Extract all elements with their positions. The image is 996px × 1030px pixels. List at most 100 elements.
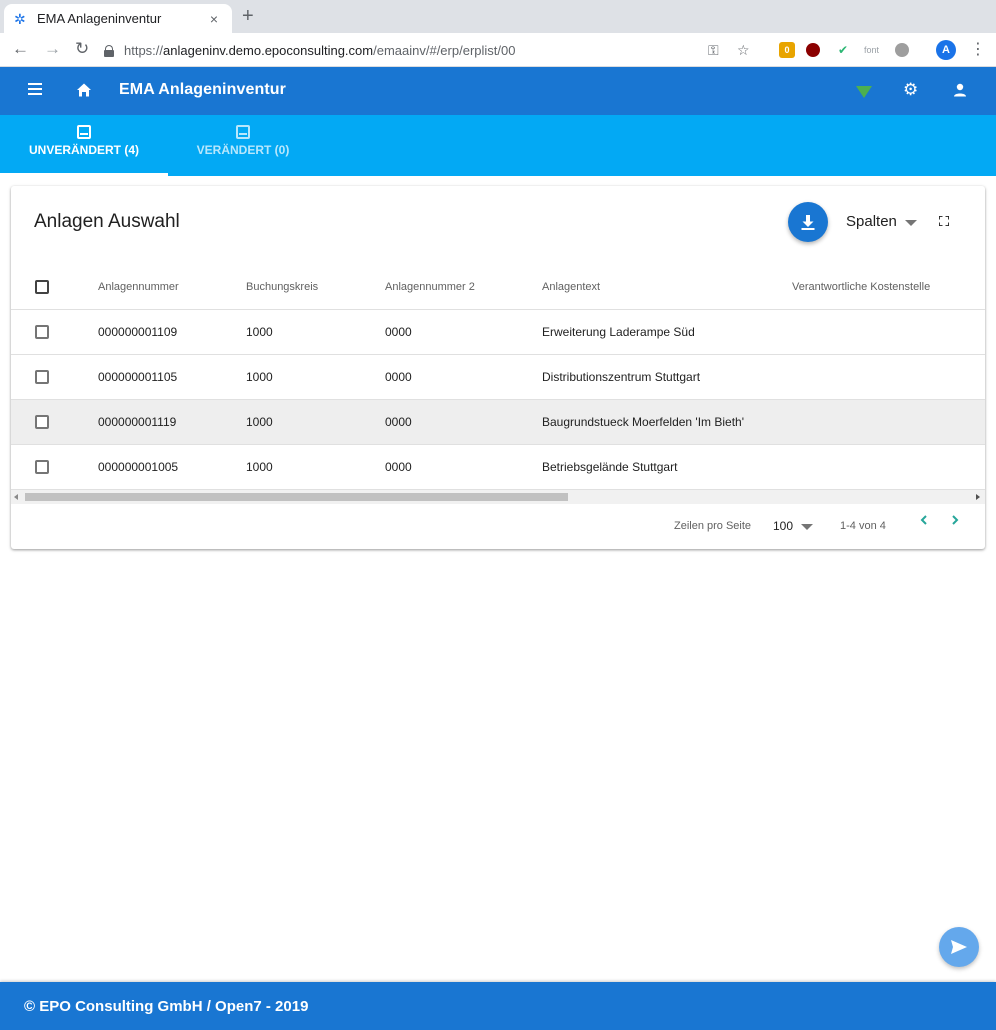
fullscreen-icon[interactable] (939, 216, 949, 226)
download-button[interactable] (788, 202, 828, 242)
forward-arrow-icon[interactable]: → (44, 39, 61, 59)
row-checkbox[interactable] (35, 415, 49, 430)
cell-anlagentext: Erweiterung Laderampe Süd (542, 309, 792, 355)
columns-label: Spalten (846, 213, 897, 230)
profile-avatar[interactable]: A (936, 40, 956, 60)
browser-menu-icon[interactable]: ⋮ (970, 40, 986, 60)
cell-kostenstelle (792, 309, 985, 355)
cell-anlagentext: Distributionszentrum Stuttgart (542, 354, 792, 400)
cell-buchungskreis: 1000 (246, 309, 385, 355)
cell-kostenstelle (792, 354, 985, 400)
scroll-left-arrow-icon[interactable] (14, 494, 18, 500)
card-title: Anlagen Auswahl (34, 211, 180, 232)
row-select-cell (11, 399, 98, 445)
table-row[interactable]: 000000001105 1000 0000 Distributionszent… (11, 354, 985, 400)
menu-icon[interactable] (28, 83, 42, 95)
chevron-down-icon (904, 219, 917, 226)
scroll-right-arrow-icon[interactable] (976, 494, 980, 500)
send-icon (951, 940, 967, 954)
inbox-icon (236, 125, 250, 139)
connection-status-icon (856, 86, 872, 98)
table-row[interactable]: 000000001005 1000 0000 Betriebsgelände S… (11, 444, 985, 490)
address-bar[interactable]: https://anlageninv.demo.epoconsulting.co… (104, 38, 704, 62)
tab-unveraendert[interactable]: UNVERÄNDERT (4) (0, 115, 168, 176)
column-header[interactable]: Anlagentext (542, 265, 792, 310)
tab-label: UNVERÄNDERT (4) (28, 143, 139, 157)
gear-icon[interactable]: ⚙ (903, 81, 918, 99)
rows-per-page-select[interactable]: 100 (773, 519, 814, 533)
scrollbar-thumb[interactable] (25, 493, 568, 501)
app-favicon-icon: ✲ (14, 10, 26, 27)
lock-icon (104, 44, 114, 57)
cell-buchungskreis: 1000 (246, 444, 385, 490)
select-all-checkbox[interactable] (35, 280, 49, 294)
font-extension-label[interactable]: font (864, 41, 879, 59)
column-header[interactable]: Anlagennummer (98, 265, 246, 310)
app-title: EMA Anlageninventur (119, 81, 286, 98)
cell-anlagennummer: 000000001005 (98, 444, 246, 490)
reload-icon[interactable]: ↻ (75, 39, 89, 59)
cell-kostenstelle (792, 444, 985, 490)
row-checkbox[interactable] (35, 460, 49, 475)
cell-anlagennummer: 000000001109 (98, 309, 246, 355)
app-bar: EMA Anlageninventur ⚙ (0, 67, 996, 115)
browser-tabstrip: ✲ EMA Anlageninventur × + (0, 0, 996, 33)
column-header[interactable]: Verantwortliche Kostenstelle (792, 265, 985, 310)
bookmark-star-icon[interactable]: ☆ (737, 41, 750, 59)
cell-anlagennummer2: 0000 (385, 444, 542, 490)
row-checkbox[interactable] (35, 325, 49, 340)
row-select-cell (11, 354, 98, 400)
footer: © EPO Consulting GmbH / Open7 - 2019 (0, 982, 996, 1030)
table-row-hovered[interactable]: 000000001119 1000 0000 Baugrundstueck Mo… (11, 399, 985, 445)
home-icon[interactable] (76, 82, 92, 98)
send-button[interactable] (939, 927, 979, 967)
tab-label: VERÄNDERT (0) (196, 143, 290, 157)
columns-dropdown[interactable]: Spalten (846, 213, 917, 230)
asset-selection-card: Anlagen Auswahl Spalten Anlagennummer Bu… (11, 186, 985, 549)
rows-per-page-value: 100 (773, 519, 794, 533)
cell-anlagennummer2: 0000 (385, 399, 542, 445)
cell-anlagentext: Betriebsgelände Stuttgart (542, 444, 792, 490)
url-host: anlageninv.demo.epoconsulting.com (163, 42, 374, 58)
close-tab-icon[interactable]: × (206, 11, 222, 27)
cell-kostenstelle (792, 399, 985, 445)
pagination: Zeilen pro Seite 100 1-4 von 4 (11, 504, 985, 549)
ublock-shield-icon[interactable] (806, 43, 820, 57)
cell-buchungskreis: 1000 (246, 354, 385, 400)
table-header-row: Anlagennummer Buchungskreis Anlagennumme… (11, 265, 985, 310)
column-header[interactable]: Anlagennummer 2 (385, 265, 542, 310)
tab-veraendert[interactable]: VERÄNDERT (0) (168, 115, 318, 176)
extension-badge-icon[interactable]: 0 (779, 42, 795, 58)
cell-anlagennummer2: 0000 (385, 309, 542, 355)
privacy-extension-icon[interactable] (895, 43, 909, 57)
row-checkbox[interactable] (35, 370, 49, 385)
browser-toolbar: ← → ↻ https://anlageninv.demo.epoconsult… (0, 33, 996, 67)
extension-badge-count: 0 (784, 45, 790, 55)
chevron-left-icon[interactable] (919, 515, 929, 525)
cell-buchungskreis: 1000 (246, 399, 385, 445)
url-path: /emaainv/#/erp/erplist/00 (373, 42, 516, 58)
cell-anlagentext: Baugrundstueck Moerfelden 'Im Bieth' (542, 399, 792, 445)
url-scheme: https:// (124, 42, 164, 58)
user-icon[interactable] (952, 82, 968, 98)
rows-per-page-label: Zeilen pro Seite (674, 520, 752, 532)
cell-anlagennummer: 000000001119 (98, 399, 246, 445)
column-header[interactable]: Buchungskreis (246, 265, 385, 310)
page-range: 1-4 von 4 (840, 520, 886, 532)
select-all-cell (11, 265, 98, 310)
back-arrow-icon[interactable]: ← (12, 39, 29, 59)
table-row[interactable]: 000000001109 1000 0000 Erweiterung Lader… (11, 309, 985, 355)
horizontal-scrollbar[interactable] (11, 489, 985, 504)
key-icon[interactable]: ⚿ (708, 41, 719, 59)
new-tab-button[interactable]: + (242, 6, 254, 26)
check-extension-icon[interactable]: ✔ (838, 41, 848, 59)
footer-copyright: © EPO Consulting GmbH / Open7 - 2019 (24, 998, 309, 1015)
browser-tab-title: EMA Anlageninventur (37, 11, 162, 26)
cell-anlagennummer: 000000001105 (98, 354, 246, 400)
row-select-cell (11, 309, 98, 355)
browser-tab[interactable]: ✲ EMA Anlageninventur × (4, 4, 232, 33)
cell-anlagennummer2: 0000 (385, 354, 542, 400)
active-tab-indicator (0, 173, 168, 176)
tab-bar: UNVERÄNDERT (4) VERÄNDERT (0) (0, 115, 996, 176)
chevron-right-icon[interactable] (950, 515, 960, 525)
